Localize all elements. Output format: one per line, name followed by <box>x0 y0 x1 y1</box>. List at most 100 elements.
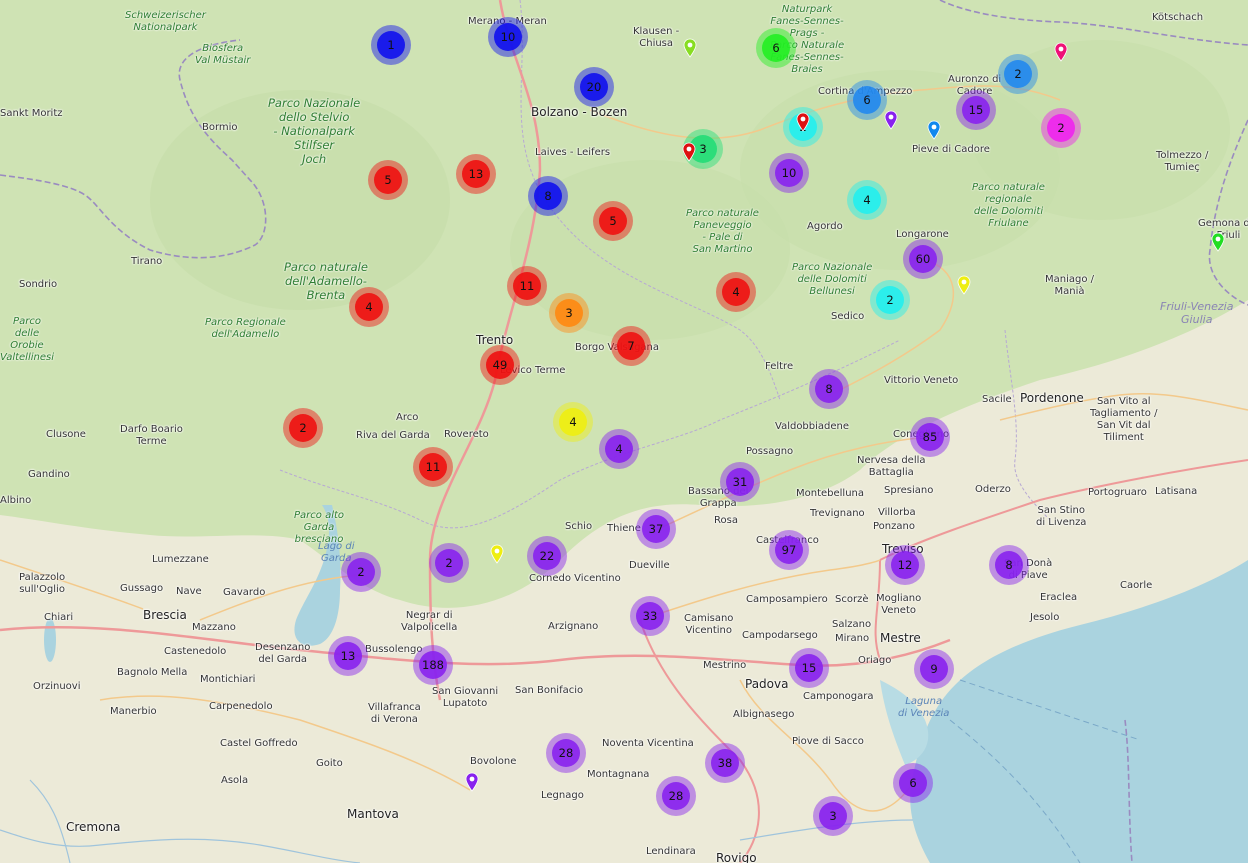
cluster-count: 8 <box>815 375 843 403</box>
marker-cluster[interactable]: 8 <box>989 545 1029 585</box>
map-marker-icon[interactable] <box>957 275 971 295</box>
marker-cluster[interactable]: 28 <box>656 776 696 816</box>
place-label: Asola <box>221 775 249 786</box>
place-label: Schio <box>565 521 593 532</box>
marker-cluster[interactable]: 97 <box>769 530 809 570</box>
place-label: Gavardo <box>223 587 266 598</box>
marker-cluster[interactable]: 37 <box>636 509 676 549</box>
map-marker-icon[interactable] <box>683 38 697 58</box>
marker-cluster[interactable]: 10 <box>769 153 809 193</box>
marker-cluster[interactable]: 12 <box>885 545 925 585</box>
marker-cluster[interactable]: 2 <box>1041 108 1081 148</box>
marker-cluster[interactable]: 60 <box>903 239 943 279</box>
map-marker-icon[interactable] <box>796 112 810 132</box>
marker-cluster[interactable]: 13 <box>456 154 496 194</box>
marker-cluster[interactable]: 31 <box>720 462 760 502</box>
cluster-count: 2 <box>289 414 317 442</box>
place-label: Feltre <box>765 361 794 372</box>
marker-cluster[interactable]: 4 <box>716 272 756 312</box>
marker-cluster[interactable]: 8 <box>528 176 568 216</box>
marker-cluster[interactable]: 5 <box>593 201 633 241</box>
place-label: Laives - Leifers <box>535 147 611 158</box>
marker-cluster[interactable]: 4 <box>553 402 593 442</box>
marker-cluster[interactable]: 9 <box>914 649 954 689</box>
map-marker-icon[interactable] <box>1054 42 1068 62</box>
marker-cluster[interactable]: 11 <box>507 266 547 306</box>
marker-cluster[interactable]: 11 <box>413 447 453 487</box>
marker-cluster[interactable]: 20 <box>574 67 614 107</box>
marker-cluster[interactable]: 22 <box>527 536 567 576</box>
place-label: Latisana <box>1155 486 1198 497</box>
place-label: Arzignano <box>548 621 599 632</box>
place-label: Rovigo <box>716 851 757 863</box>
place-label: Cremona <box>66 820 121 834</box>
marker-cluster[interactable]: 4 <box>599 429 639 469</box>
map-marker-icon[interactable] <box>884 110 898 130</box>
marker-cluster[interactable]: 28 <box>546 733 586 773</box>
place-label: Riva del Garda <box>356 430 430 441</box>
marker-cluster[interactable]: 10 <box>488 17 528 57</box>
place-label: Chiari <box>44 612 74 623</box>
map-marker-icon[interactable] <box>1211 232 1225 252</box>
place-label: Sacile <box>982 394 1012 405</box>
cluster-count: 2 <box>347 558 375 586</box>
marker-cluster[interactable]: 3 <box>549 293 589 333</box>
place-label: Camisano Vicentino <box>684 613 734 636</box>
place-label: Jesolo <box>1030 612 1060 623</box>
place-label: Goito <box>316 758 343 769</box>
cluster-count: 4 <box>605 435 633 463</box>
place-label: Rosa <box>714 515 738 526</box>
place-label: Mazzano <box>192 622 236 633</box>
place-label: Parco delle Orobie Valtellinesi <box>0 316 54 363</box>
marker-cluster[interactable]: 13 <box>328 636 368 676</box>
place-label: Castel Goffredo <box>220 738 298 749</box>
marker-cluster[interactable]: 188 <box>413 645 453 685</box>
place-label: Caorle <box>1120 580 1153 591</box>
marker-cluster[interactable]: 2 <box>341 552 381 592</box>
place-label: Villorba <box>878 507 916 518</box>
marker-cluster[interactable]: 3 <box>813 796 853 836</box>
marker-cluster[interactable]: 7 <box>611 326 651 366</box>
cluster-count: 10 <box>494 23 522 51</box>
marker-cluster[interactable]: 1 <box>371 25 411 65</box>
marker-cluster[interactable]: 15 <box>789 648 829 688</box>
marker-cluster[interactable]: 15 <box>956 90 996 130</box>
marker-cluster[interactable]: 2 <box>998 54 1038 94</box>
marker-cluster[interactable]: 6 <box>893 763 933 803</box>
marker-cluster[interactable]: 2 <box>870 280 910 320</box>
place-label: Portogruaro <box>1088 487 1147 498</box>
place-label: Montichiari <box>200 674 256 685</box>
marker-cluster[interactable]: 4 <box>349 287 389 327</box>
cluster-count: 6 <box>853 86 881 114</box>
cluster-count: 9 <box>920 655 948 683</box>
map-marker-icon[interactable] <box>682 142 696 162</box>
place-label: Tirano <box>131 256 163 267</box>
place-label: Scorzè <box>835 594 869 605</box>
marker-cluster[interactable]: 5 <box>368 160 408 200</box>
cluster-count: 188 <box>419 651 447 679</box>
place-label: Mirano <box>835 633 870 644</box>
place-label: Montagnana <box>587 769 650 780</box>
marker-cluster[interactable]: 33 <box>630 596 670 636</box>
marker-cluster[interactable]: 4 <box>847 180 887 220</box>
place-label: Camponogara <box>803 691 874 702</box>
map-marker-icon[interactable] <box>490 544 504 564</box>
place-label: Castenedolo <box>164 646 227 657</box>
map-marker-icon[interactable] <box>927 120 941 140</box>
cluster-count: 2 <box>1047 114 1075 142</box>
place-label: Parco naturale Paneveggio - Pale di San Mar… <box>686 208 759 255</box>
marker-cluster[interactable]: 85 <box>910 417 950 457</box>
place-label: Oriago <box>858 655 892 666</box>
marker-cluster[interactable]: 8 <box>809 369 849 409</box>
marker-cluster[interactable]: 6 <box>847 80 887 120</box>
marker-cluster[interactable]: 2 <box>429 543 469 583</box>
place-label: Possagno <box>746 446 794 457</box>
marker-cluster[interactable]: 2 <box>283 408 323 448</box>
marker-cluster[interactable]: 6 <box>756 28 796 68</box>
marker-cluster[interactable]: 49 <box>480 345 520 385</box>
map-marker-icon[interactable] <box>465 772 479 792</box>
marker-cluster[interactable]: 38 <box>705 743 745 783</box>
place-label: Maniago / Manià <box>1045 274 1095 297</box>
cluster-count: 5 <box>599 207 627 235</box>
map-view[interactable]: Schweizerischer Nationalpark Biosfera Val M… <box>0 0 1248 863</box>
